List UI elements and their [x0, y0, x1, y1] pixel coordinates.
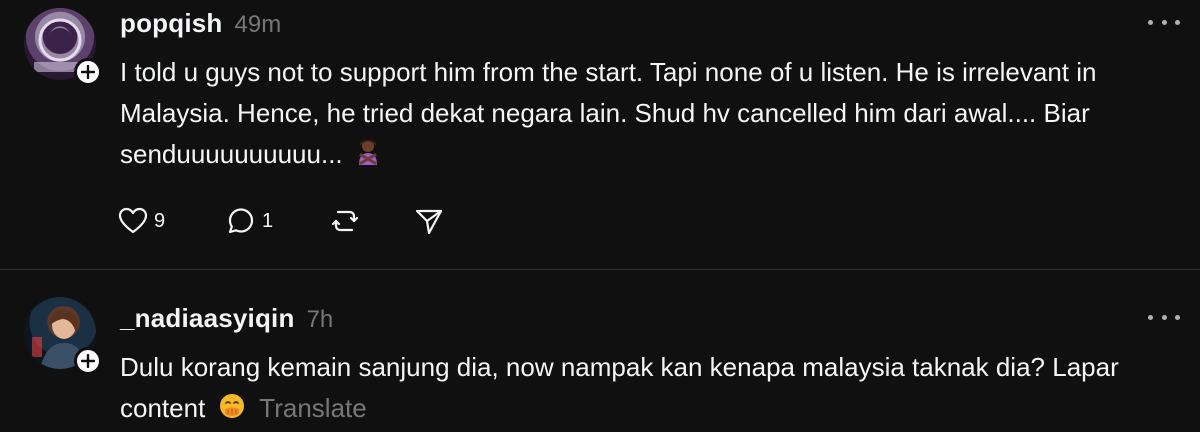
timestamp[interactable]: 7h — [307, 306, 334, 334]
more-dot-icon — [1175, 314, 1180, 320]
like-count: 9 — [154, 209, 166, 232]
plus-icon — [81, 354, 95, 368]
plus-icon — [81, 65, 95, 79]
thread-post: popqish 49m I told u guys not to support… — [0, 0, 1200, 270]
thread-post: _nadiaasyiqin 7h Dulu korang kemain sanj… — [0, 271, 1200, 432]
repost-icon — [331, 210, 359, 232]
comment-icon — [228, 208, 254, 234]
repost-button[interactable] — [330, 201, 414, 241]
username[interactable]: popqish — [120, 8, 223, 39]
post-text: Dulu korang kemain sanjung dia, now namp… — [120, 347, 1180, 431]
threads-feed: popqish 49m I told u guys not to support… — [0, 0, 1200, 432]
post-text: I told u guys not to support him from th… — [120, 52, 1180, 177]
more-options-button[interactable] — [1148, 307, 1180, 327]
follow-button[interactable] — [74, 58, 102, 86]
person-gesturing-no-icon — [357, 136, 379, 177]
more-dot-icon — [1161, 19, 1167, 25]
more-options-button[interactable] — [1148, 12, 1180, 32]
translate-link[interactable]: Translate — [259, 393, 366, 423]
more-dot-icon — [1161, 314, 1167, 320]
avatar-container[interactable] — [24, 8, 102, 86]
more-dot-icon — [1175, 19, 1180, 25]
follow-button[interactable] — [74, 347, 102, 375]
share-button[interactable] — [414, 201, 474, 241]
send-icon — [415, 209, 443, 235]
reply-button[interactable]: 1 — [226, 201, 330, 241]
hand-over-mouth-face-icon — [219, 390, 245, 431]
post-actions: 9 1 — [118, 201, 474, 241]
like-button[interactable]: 9 — [118, 201, 226, 241]
heart-icon — [118, 207, 148, 234]
more-dot-icon — [1148, 19, 1153, 25]
avatar-container[interactable] — [24, 297, 102, 375]
reply-count: 1 — [262, 209, 274, 232]
post-text-content: I told u guys not to support him from th… — [120, 57, 1097, 169]
post-divider — [0, 269, 1200, 270]
timestamp[interactable]: 49m — [235, 11, 282, 39]
more-dot-icon — [1148, 314, 1153, 320]
post-header: popqish 49m — [120, 8, 281, 40]
post-header: _nadiaasyiqin 7h — [120, 303, 333, 335]
username[interactable]: _nadiaasyiqin — [120, 303, 295, 334]
